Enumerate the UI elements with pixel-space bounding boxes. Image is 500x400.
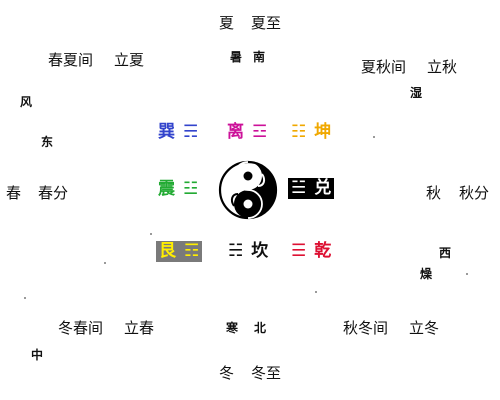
speck-mark — [373, 136, 375, 138]
trigram-dui-symbol: ☱ — [291, 178, 307, 198]
trigram-li-symbol: ☲ — [252, 122, 268, 142]
trigram-kan-symbol: ☵ — [228, 241, 244, 261]
trigram-zhen-symbol: ☳ — [183, 179, 199, 199]
trigram-xun-symbol: ☴ — [183, 122, 199, 142]
trigram-li: 离 ☲ — [227, 124, 267, 141]
trigram-xun-name: 巽 — [158, 122, 175, 142]
speck-mark — [315, 291, 317, 293]
beginning-of-winter-label: 立冬 — [409, 319, 440, 337]
trigram-gen-symbol: ☶ — [184, 241, 200, 261]
summer-solstice-label: 夏至 — [251, 14, 282, 32]
speck-mark — [466, 273, 468, 275]
trigram-kun-symbol: ☷ — [291, 122, 307, 142]
damp-quality-label: 湿 — [410, 86, 423, 100]
autumn-season-label: 秋 — [426, 184, 442, 202]
south-direction-label: 南 — [253, 50, 266, 64]
spring-season-label: 春 — [6, 184, 22, 202]
heat-quality-label: 暑 — [230, 50, 243, 64]
trigram-kun-name: 坤 — [314, 122, 332, 142]
trigram-li-name: 离 — [227, 122, 244, 142]
trigram-qian-name: 乾 — [314, 241, 332, 261]
beginning-of-summer-label: 立夏 — [114, 51, 145, 69]
beginning-of-autumn-label: 立秋 — [427, 58, 458, 76]
taiji-yin-yang-icon — [218, 160, 278, 220]
trigram-kun: ☷ 坤 — [291, 124, 331, 141]
trigram-dui: ☱ 兑 — [288, 178, 335, 199]
speck-mark — [24, 297, 26, 299]
wind-quality-label: 风 — [20, 95, 33, 109]
trigram-kan: ☵ 坎 — [228, 243, 268, 260]
beginning-of-spring-label: 立春 — [124, 319, 155, 337]
cold-quality-label: 寒 — [226, 321, 239, 335]
spring-summer-interval-label: 春夏间 — [48, 51, 94, 69]
trigram-zhen: 震 ☳ — [158, 181, 198, 198]
summer-autumn-interval-label: 夏秋间 — [361, 58, 407, 76]
north-direction-label: 北 — [254, 321, 267, 335]
winter-spring-interval-label: 冬春间 — [58, 319, 104, 337]
autumn-equinox-label: 秋分 — [459, 184, 490, 202]
center-quality-label: 中 — [31, 348, 44, 362]
spring-equinox-label: 春分 — [38, 184, 69, 202]
autumn-winter-interval-label: 秋冬间 — [343, 319, 389, 337]
trigram-gen: 艮 ☶ — [156, 241, 203, 262]
speck-mark — [150, 233, 152, 235]
east-direction-label: 东 — [41, 135, 54, 149]
speck-mark — [104, 262, 106, 264]
trigram-kan-name: 坎 — [251, 241, 269, 261]
dryness-quality-label: 燥 — [420, 267, 433, 281]
winter-season-label: 冬 — [219, 364, 235, 382]
trigram-dui-name: 兑 — [314, 178, 332, 198]
trigram-xun: 巽 ☴ — [158, 124, 198, 141]
trigram-qian-symbol: ☰ — [291, 241, 307, 261]
winter-solstice-label: 冬至 — [251, 364, 282, 382]
summer-season-label: 夏 — [219, 14, 235, 32]
trigram-gen-name: 艮 — [159, 241, 176, 261]
trigram-zhen-name: 震 — [158, 179, 175, 199]
trigram-qian: ☰ 乾 — [291, 243, 331, 260]
west-direction-label: 西 — [439, 246, 452, 260]
